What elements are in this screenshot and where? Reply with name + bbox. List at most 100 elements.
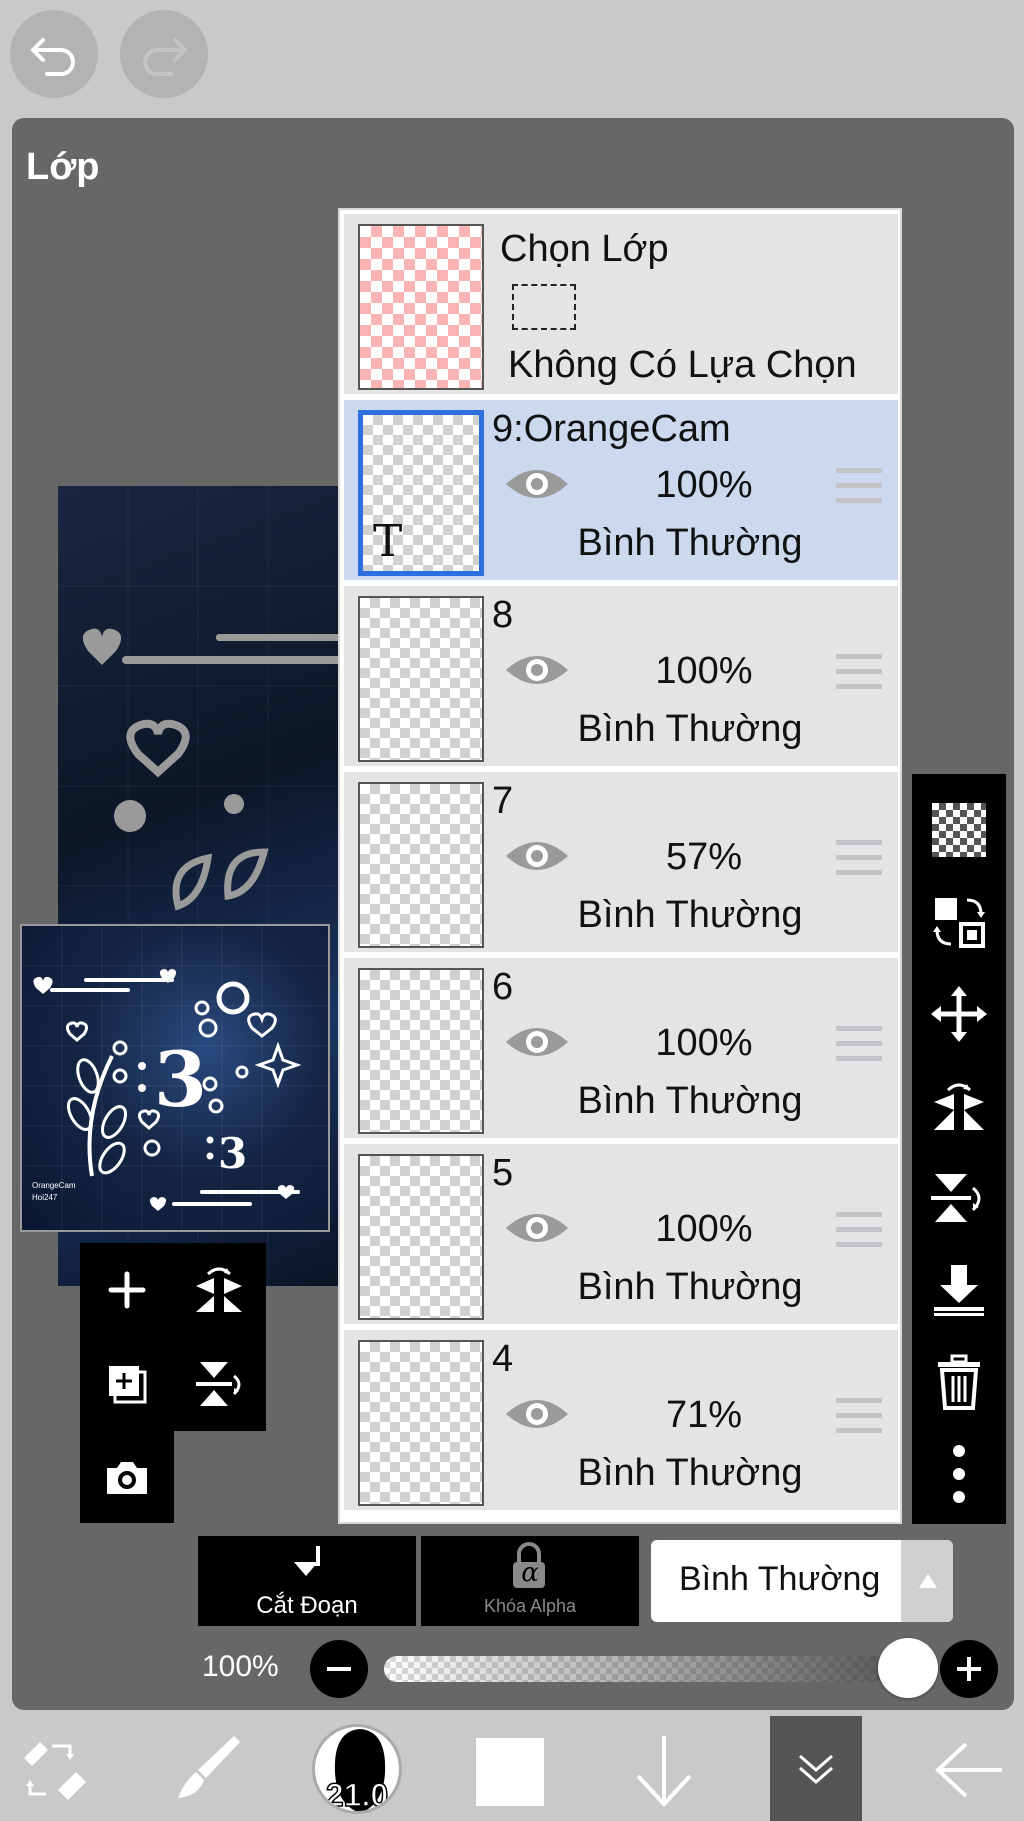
layer-thumbnail [358, 596, 484, 762]
flip-h-button[interactable] [912, 1060, 1006, 1152]
move-icon [931, 986, 987, 1042]
transparent-icon [932, 803, 986, 857]
layer-opacity: 71% [665, 1394, 743, 1436]
layer-name: 4 [492, 1338, 514, 1380]
layer-thumbnail [358, 1340, 484, 1506]
visibility-eye-icon[interactable] [504, 1022, 570, 1062]
layer-opacity: 100% [655, 464, 753, 506]
flip-horizontal-button[interactable] [172, 1243, 266, 1337]
layer-row[interactable]: 7 57% Bình Thường [344, 772, 898, 952]
select-layer-icon [933, 898, 985, 948]
layer-name: 5 [492, 1152, 514, 1194]
arrow-down-button[interactable] [632, 1732, 696, 1808]
undo-icon [31, 38, 75, 76]
layer-row[interactable]: T 9:OrangeCam 100% Bình Thường [344, 400, 898, 580]
merge-down-icon [934, 1265, 984, 1316]
merge-down-button[interactable] [912, 1244, 1006, 1336]
collapse-button[interactable] [770, 1716, 862, 1821]
selection-layer-row[interactable]: Chọn Lớp Không Có Lựa Chọn [344, 214, 898, 394]
visibility-eye-icon[interactable] [504, 464, 570, 504]
blend-mode-select[interactable]: Bình Thường [651, 1540, 953, 1622]
flip-v-button[interactable] [912, 1152, 1006, 1244]
layer-opacity: 100% [655, 1022, 753, 1064]
opacity-slider[interactable] [384, 1656, 932, 1682]
selection-layer-thumbnail [358, 224, 484, 390]
add-layer-icon [108, 1271, 146, 1309]
more-options-button[interactable] [912, 1428, 1006, 1520]
panel-title: Lớp [26, 146, 100, 188]
drag-handle-icon[interactable] [836, 1026, 882, 1071]
layer-row[interactable]: 6 100% Bình Thường [344, 958, 898, 1138]
selection-status: Không Có Lựa Chọn [508, 344, 857, 386]
flip-vertical-button[interactable] [172, 1337, 266, 1431]
layer-blend-mode: Bình Thường [577, 1266, 803, 1308]
transparent-layer-button[interactable] [912, 784, 1006, 876]
swap-tool-button[interactable] [18, 1736, 90, 1804]
brush-icon [178, 1736, 240, 1798]
right-toolbar [912, 774, 1006, 1524]
delete-layer-button[interactable] [912, 1336, 1006, 1428]
flip-h-icon [934, 1083, 984, 1130]
drag-handle-icon[interactable] [836, 654, 882, 699]
copy-layer-button[interactable] [80, 1337, 174, 1431]
brush-tool-button[interactable] [170, 1732, 242, 1804]
opacity-label: 100% [202, 1650, 279, 1683]
layer-list: Chọn Lớp Không Có Lựa Chọn T 9:OrangeCam… [338, 208, 902, 1524]
artwork-thumbnail: 3 3 OrangeCam Hoi247 [20, 924, 330, 1232]
delete-icon [938, 1354, 980, 1410]
drag-handle-icon[interactable] [836, 840, 882, 885]
layer-name: 8 [492, 594, 514, 636]
drag-handle-icon[interactable] [836, 1398, 882, 1443]
flip-vertical-icon [196, 1362, 241, 1406]
flip-horizontal-icon [196, 1267, 242, 1312]
camera-button[interactable] [80, 1431, 174, 1525]
brush-size-button[interactable]: 21.0 [312, 1724, 402, 1814]
more-icon [953, 1445, 965, 1503]
add-layer-button[interactable] [80, 1243, 174, 1337]
visibility-eye-icon[interactable] [504, 1208, 570, 1248]
visibility-eye-icon[interactable] [504, 836, 570, 876]
blend-mode-dropdown[interactable] [901, 1540, 953, 1622]
layer-row[interactable]: 5 100% Bình Thường [344, 1144, 898, 1324]
opacity-increase-button[interactable] [940, 1640, 998, 1698]
selection-layer-name: Chọn Lớp [500, 228, 669, 270]
select-layer-button[interactable] [912, 876, 1006, 968]
drag-handle-icon[interactable] [836, 468, 882, 513]
layer-opacity: 57% [665, 836, 743, 878]
swap-icon [24, 1742, 86, 1800]
color-swatch-icon[interactable] [476, 1738, 544, 1806]
redo-icon [143, 38, 187, 76]
opacity-decrease-button[interactable] [310, 1640, 368, 1698]
visibility-eye-icon[interactable] [504, 1394, 570, 1434]
thumb-credit-2: Hoi247 [32, 1193, 58, 1202]
collapse-icon [799, 1754, 833, 1784]
layer-row[interactable]: 4 71% Bình Thường [344, 1330, 898, 1510]
undo-button[interactable] [10, 10, 98, 98]
layer-opacity: 100% [655, 1208, 753, 1250]
arrow-down-icon [636, 1736, 692, 1807]
brush-size-value: 21.0 [325, 1776, 389, 1813]
back-button[interactable] [934, 1740, 1006, 1800]
layer-name: 7 [492, 780, 514, 822]
move-layer-button[interactable] [912, 968, 1006, 1060]
drag-handle-icon[interactable] [836, 1212, 882, 1257]
alpha-lock-button[interactable]: α Khóa Alpha [421, 1536, 639, 1626]
clipping-button[interactable]: Cắt Đoạn [198, 1536, 416, 1626]
visibility-eye-icon[interactable] [504, 650, 570, 690]
redo-button[interactable] [120, 10, 208, 98]
blend-mode-value: Bình Thường [679, 1560, 881, 1598]
layer-thumbnail [358, 1154, 484, 1320]
flip-v-icon [931, 1174, 981, 1222]
thumb-credit-1: OrangeCam [32, 1181, 76, 1190]
layer-blend-mode: Bình Thường [577, 522, 803, 564]
text-layer-icon: T [373, 516, 403, 567]
minus-icon [327, 1667, 351, 1671]
opacity-slider-thumb[interactable] [878, 1638, 938, 1698]
layer-thumbnail [358, 782, 484, 948]
plus-icon [957, 1657, 981, 1681]
layer-blend-mode: Bình Thường [577, 894, 803, 936]
layer-opacity: 100% [655, 650, 753, 692]
bottom-toolbar: 21.0 [0, 1716, 1024, 1821]
alpha-lock-label: Khóa Alpha [483, 1596, 577, 1616]
layer-row[interactable]: 8 100% Bình Thường [344, 586, 898, 766]
